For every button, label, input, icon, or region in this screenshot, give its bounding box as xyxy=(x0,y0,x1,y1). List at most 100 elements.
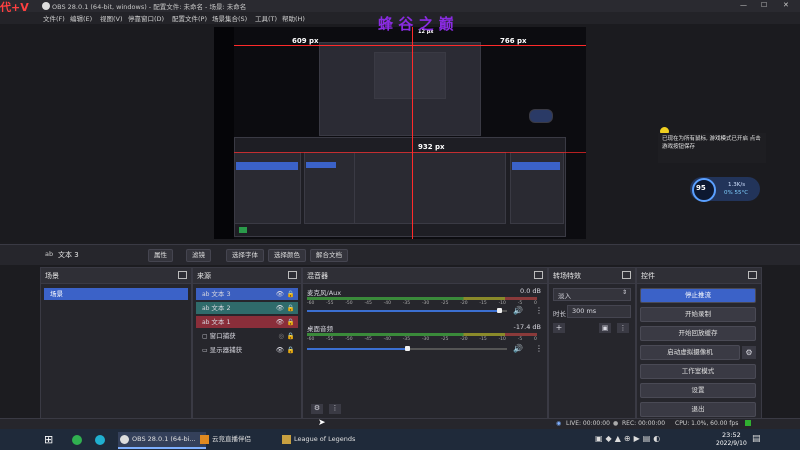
source-item[interactable]: ab 文本 2 👁 🔒 xyxy=(196,302,298,314)
source-label: 显示器捕获 xyxy=(209,346,243,354)
add-transition-icon[interactable]: + xyxy=(553,323,565,333)
meter-tick: -10 xyxy=(498,337,506,342)
start-recording-button[interactable]: 开始录制 xyxy=(640,307,756,322)
select-color-button[interactable]: 选择颜色 xyxy=(268,249,306,262)
undock-icon[interactable] xyxy=(622,271,631,279)
lock-icon[interactable]: 🔒 xyxy=(287,344,295,356)
nested-source-selected xyxy=(306,162,336,168)
speaker-icon[interactable]: 🔊 xyxy=(513,306,523,315)
visibility-eye-icon[interactable]: 👁 xyxy=(276,288,284,300)
sources-dock-title: 来源 xyxy=(197,272,211,280)
lock-icon[interactable]: 🔒 xyxy=(287,302,295,314)
volume-slider-handle[interactable] xyxy=(405,346,410,351)
scene-item[interactable]: 场景 xyxy=(44,288,188,300)
obs-logo-icon xyxy=(120,435,129,444)
menu-tools[interactable]: 工具(T) xyxy=(255,13,277,23)
guide-label-right: 766 px xyxy=(500,37,527,45)
audio-mixer-title: 混音器 xyxy=(307,272,328,280)
obs-logo-icon xyxy=(42,2,50,10)
duration-label: 时长 xyxy=(553,310,566,318)
rec-icon: ● xyxy=(613,420,619,427)
select-font-button[interactable]: 选择字体 xyxy=(226,249,264,262)
studio-mode-button[interactable]: 工作室模式 xyxy=(640,364,756,379)
source-item[interactable]: ▭ 显示器捕获 👁 🔒 xyxy=(196,344,298,356)
stream-health-icon xyxy=(745,420,751,426)
undock-icon[interactable] xyxy=(534,271,543,279)
filters-button[interactable]: 滤镜 xyxy=(186,249,211,262)
meter-tick: -15 xyxy=(479,301,487,306)
text-file-button[interactable]: 解合文档 xyxy=(310,249,348,262)
channel-menu-icon[interactable]: ⋮ xyxy=(535,344,543,353)
taskbar-app-lol[interactable]: League of Legends xyxy=(280,432,374,447)
live-timer: LIVE: 00:00:00 xyxy=(566,420,610,427)
preview-canvas[interactable]: 609 px 766 px 932 px 12 px xyxy=(214,27,586,239)
windows-start-icon[interactable]: ⊞ xyxy=(44,433,53,446)
source-item[interactable]: ▢ 窗口捕获 ◎ 🔒 xyxy=(196,330,298,342)
visibility-eye-icon[interactable]: 👁 xyxy=(276,302,284,314)
clock-date: 2022/9/10 xyxy=(716,440,747,447)
menu-help[interactable]: 帮助(H) xyxy=(282,13,305,23)
nested-button xyxy=(512,162,560,170)
notification-text: 已现在为所有鼠标, 游戏模式已开启 点击游戏按钮保存 xyxy=(658,133,766,163)
source-item[interactable]: ab 文本 3 👁 🔒 xyxy=(196,288,298,300)
app-play-icon[interactable] xyxy=(95,435,105,445)
speaker-icon[interactable]: 🔊 xyxy=(513,344,523,353)
mixer-menu-icon[interactable]: ⋮ xyxy=(329,404,341,414)
lock-icon[interactable]: 🔒 xyxy=(287,330,295,342)
settings-button[interactable]: 设置 xyxy=(640,383,756,398)
menu-view[interactable]: 视图(V) xyxy=(100,13,123,23)
start-virtual-camera-button[interactable]: 启动虚拟摄像机 xyxy=(640,345,740,360)
maximize-button[interactable]: ☐ xyxy=(761,1,767,9)
channel-menu-icon[interactable]: ⋮ xyxy=(535,306,543,315)
menu-docks[interactable]: 停靠窗口(D) xyxy=(128,13,164,23)
tray-icons[interactable]: ▣◆▲⊕▶▤◐ xyxy=(595,434,663,443)
visibility-eye-icon[interactable]: 👁 xyxy=(276,344,284,356)
guide-label-center: 932 px xyxy=(418,143,445,151)
text-source-icon: ab xyxy=(45,250,54,258)
scenes-dock-header: 场景 xyxy=(41,268,191,284)
streamer-app-icon xyxy=(200,435,209,444)
meter-tick: -25 xyxy=(441,337,449,342)
lock-icon[interactable]: 🔒 xyxy=(287,288,295,300)
app-green-icon[interactable] xyxy=(72,435,82,445)
taskbar-app-label: OBS 28.0.1 (64-bi... xyxy=(132,435,196,443)
exit-button[interactable]: 退出 xyxy=(640,402,756,417)
volume-slider-fill xyxy=(307,310,499,312)
minimize-button[interactable]: — xyxy=(740,1,747,9)
title-bar: 代+V OBS 28.0.1 (64-bit, windows) - 配置文件:… xyxy=(0,0,800,14)
meter-tick: -60 xyxy=(307,301,315,306)
meter-tick: -40 xyxy=(383,337,391,342)
advanced-audio-icon[interactable]: ⚙ xyxy=(311,404,323,414)
taskbar-app-obs[interactable]: OBS 28.0.1 (64-bi... xyxy=(118,432,206,449)
start-replay-buffer-button[interactable]: 开始回放缓存 xyxy=(640,326,756,341)
menu-profile[interactable]: 配置文件(P) xyxy=(172,13,207,23)
source-item[interactable]: ab 文本 1 👁 🔒 xyxy=(196,316,298,328)
lock-icon[interactable]: 🔒 xyxy=(287,316,295,328)
transition-menu-icon[interactable]: ⋮ xyxy=(617,323,629,333)
visibility-hidden-icon[interactable]: ◎ xyxy=(278,330,284,342)
virtual-camera-settings-icon[interactable]: ⚙ xyxy=(742,346,756,359)
close-button[interactable]: ✕ xyxy=(783,1,789,9)
undock-icon[interactable] xyxy=(748,271,757,279)
nested-green-badge xyxy=(239,227,247,233)
undock-icon[interactable] xyxy=(288,271,297,279)
transition-select[interactable]: 淡入 ⇕ xyxy=(553,288,631,301)
clock-time: 23:52 xyxy=(722,431,741,439)
volume-meter xyxy=(307,333,537,336)
taskbar-app-streamer[interactable]: 云竞直播伴侣 xyxy=(198,432,288,447)
meter-tick: -25 xyxy=(441,301,449,306)
notification-center-icon[interactable]: ▤ xyxy=(752,434,761,444)
menu-scene-collection[interactable]: 场景集合(S) xyxy=(212,13,247,23)
selected-source-name: 文本 3 xyxy=(58,251,79,259)
volume-slider-handle[interactable] xyxy=(497,308,502,313)
guide-line-horizontal xyxy=(234,45,586,46)
menu-edit[interactable]: 编辑(E) xyxy=(70,13,92,23)
properties-button[interactable]: 属性 xyxy=(148,249,173,262)
menu-file[interactable]: 文件(F) xyxy=(43,13,65,23)
source-label: 文本 2 xyxy=(211,304,231,312)
transition-properties-icon[interactable]: ▣ xyxy=(599,323,611,333)
undock-icon[interactable] xyxy=(178,271,187,279)
visibility-eye-icon[interactable]: 👁 xyxy=(276,316,284,328)
stop-streaming-button[interactable]: 停止推流 xyxy=(640,288,756,303)
duration-input[interactable]: 300 ms xyxy=(567,305,631,318)
